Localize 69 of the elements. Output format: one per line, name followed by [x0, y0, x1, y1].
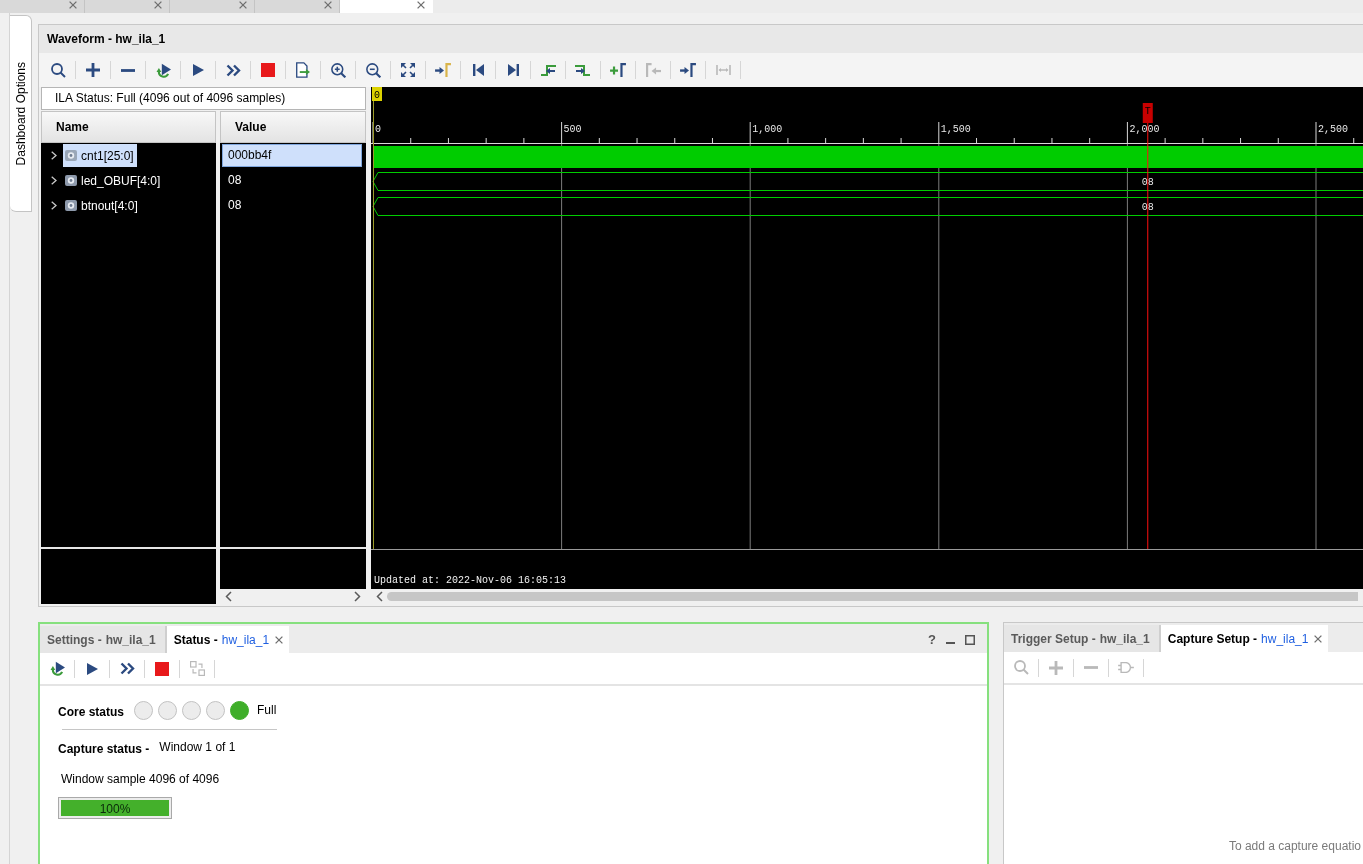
scroll-right-icon[interactable] — [354, 591, 361, 602]
replay-icon[interactable] — [49, 661, 65, 676]
progress-label: 100% — [98, 802, 132, 816]
help-button[interactable]: ? — [928, 632, 936, 647]
signal-name[interactable]: led_OBUF[4:0] — [81, 173, 161, 188]
plus-bracket-icon[interactable] — [610, 63, 626, 77]
scrollbar-thumb[interactable] — [387, 592, 1358, 601]
core-status-label: Core status — [58, 704, 125, 719]
column-header[interactable]: Name — [41, 111, 216, 143]
signal-value: 08 — [227, 172, 243, 189]
time-tick-label: 0 — [375, 124, 381, 135]
panel-title: Waveform - hw_ila_1 — [39, 25, 1363, 53]
column-header[interactable]: Value — [220, 111, 366, 143]
time-tick-label: 1,000 — [752, 124, 783, 135]
close-icon[interactable] — [324, 1, 332, 9]
replay-icon[interactable] — [155, 62, 171, 78]
file-arrow-icon[interactable] — [296, 62, 310, 78]
window-sample-text: Window sample 4096 of 4096 — [60, 772, 220, 786]
play-icon[interactable] — [192, 64, 204, 76]
ring-tile-icon — [65, 200, 77, 211]
capture-status-label: Capture status - — [58, 742, 150, 756]
close-icon[interactable] — [1314, 634, 1323, 643]
scroll-left-icon[interactable] — [376, 591, 383, 602]
step-arrow-left-icon[interactable] — [540, 64, 556, 76]
play-icon[interactable] — [86, 662, 98, 675]
ring-tile-icon — [65, 175, 77, 186]
scroll-left-icon[interactable] — [225, 591, 232, 602]
time-tick-label: 500 — [563, 124, 582, 135]
core-status-value: Full — [257, 703, 277, 717]
chevron-right-icon[interactable] — [51, 201, 57, 210]
signal-name[interactable]: cnt1[25:0] — [81, 148, 134, 163]
maximize-icon[interactable] — [965, 634, 975, 645]
side-panel-tab[interactable]: Dashboard Options — [10, 15, 32, 212]
capture-status-value: Window 1 of 1 — [159, 740, 236, 754]
double-chevron-icon[interactable] — [225, 63, 241, 77]
zoom-out-icon[interactable] — [365, 62, 381, 78]
ila-status-field: ILA Status: Full (4096 out of 4096 samples) — [41, 87, 366, 110]
zoom-in-icon[interactable] — [330, 62, 346, 78]
skip-start-icon[interactable] — [472, 64, 484, 76]
selected-signal[interactable]: cnt1[25:0] — [63, 144, 137, 167]
arrow-bracket-icon[interactable] — [435, 63, 451, 77]
signal-value: 08 — [227, 197, 243, 214]
step-arrow-right-icon[interactable] — [575, 64, 591, 76]
panel-tab[interactable]: Status - hw_ila_1 — [166, 626, 290, 653]
panel-tab[interactable]: Capture Setup - hw_ila_1 — [1160, 625, 1329, 652]
ring-tile-icon — [65, 150, 77, 161]
skip-end-icon[interactable] — [507, 64, 519, 76]
close-icon[interactable] — [154, 1, 162, 9]
hint-text: To add a capture equatio — [1228, 839, 1361, 853]
plus-icon[interactable] — [86, 63, 100, 77]
panel-tab[interactable]: Trigger Setup - hw_ila_1 — [1004, 625, 1161, 652]
signal-name[interactable]: btnout[4:0] — [81, 198, 138, 213]
search-icon[interactable] — [50, 62, 66, 78]
chevron-right-icon[interactable] — [51, 176, 57, 185]
close-icon[interactable] — [275, 635, 284, 644]
close-icon[interactable] — [417, 1, 425, 9]
double-chevron-icon[interactable] — [119, 662, 135, 675]
minus-icon[interactable] — [121, 68, 135, 72]
arrow-bracket-icon[interactable] — [680, 63, 696, 77]
chevron-right-icon[interactable] — [51, 151, 57, 160]
close-icon[interactable] — [239, 1, 247, 9]
signal-value: 000bb4f — [222, 144, 362, 167]
corner-arrows-icon[interactable] — [401, 63, 415, 77]
updated-timestamp: Updated at: 2022-Nov-06 16:05:13 — [374, 575, 567, 586]
time-tick-label: 1,500 — [940, 124, 971, 135]
close-icon[interactable] — [69, 1, 77, 9]
stop-icon[interactable] — [155, 661, 169, 676]
panel-tab[interactable]: Settings - hw_ila_1 — [40, 626, 167, 653]
time-tick-label: 2,500 — [1318, 124, 1348, 135]
